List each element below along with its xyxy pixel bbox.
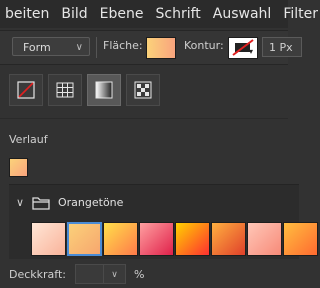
menu-item-bild[interactable]: Bild xyxy=(56,6,94,22)
menu-item-ebene[interactable]: Ebene xyxy=(95,6,151,22)
separator xyxy=(96,37,97,58)
opacity-label: Deckkraft: xyxy=(9,268,66,281)
shape-mode-value: Form xyxy=(23,41,51,54)
pattern-button[interactable] xyxy=(126,74,160,106)
gradient-preset-swatch[interactable] xyxy=(175,222,210,256)
opacity-unit: % xyxy=(134,268,145,281)
menu-item-bearbeiten[interactable]: beiten xyxy=(0,6,56,22)
pattern-icon xyxy=(134,81,152,99)
gradient-preset-swatch[interactable] xyxy=(67,222,102,256)
gradient-presets-panel: ∨ Orangetöne xyxy=(9,184,318,259)
no-fill-icon xyxy=(17,81,35,99)
opacity-dropdown[interactable]: ∨ xyxy=(104,264,126,284)
gradient-group-name: Orangetöne xyxy=(58,196,124,209)
solid-color-icon xyxy=(56,82,74,98)
fill-swatch[interactable] xyxy=(146,37,176,59)
fill-label: Fläche: xyxy=(103,39,143,52)
stroke-label: Kontur: xyxy=(184,39,224,52)
gradient-preset-swatch[interactable] xyxy=(139,222,174,256)
opacity-field[interactable] xyxy=(75,264,104,284)
chevron-down-icon: ∨ xyxy=(75,42,83,53)
options-bar: Form ∨ Fläche: Kontur: ▾ 1 Px xyxy=(0,30,302,65)
chevron-down-icon[interactable]: ∨ xyxy=(16,196,24,209)
chevron-down-icon: ▾ xyxy=(249,47,254,56)
fill-type-bar xyxy=(9,74,160,106)
gradient-preset-swatch[interactable] xyxy=(31,222,66,256)
gradient-preset-swatch[interactable] xyxy=(211,222,246,256)
gradient-group-header[interactable]: ∨ Orangetöne xyxy=(9,185,299,220)
folder-icon xyxy=(32,197,50,210)
gradient-icon xyxy=(95,81,113,99)
stroke-width-field[interactable]: 1 Px xyxy=(262,37,302,57)
current-gradient-swatch[interactable] xyxy=(9,158,28,177)
gradient-button[interactable] xyxy=(87,74,121,106)
stroke-swatch[interactable] xyxy=(228,37,258,59)
gradient-section-label: Verlauf xyxy=(9,133,48,146)
solid-color-button[interactable] xyxy=(48,74,82,106)
shape-mode-select[interactable]: Form ∨ xyxy=(12,37,90,56)
menu-item-auswahl[interactable]: Auswahl xyxy=(208,6,279,22)
gradient-preset-list xyxy=(31,222,318,256)
menu-item-schrift[interactable]: Schrift xyxy=(151,6,208,22)
chevron-down-icon: ∨ xyxy=(111,270,118,280)
menu-bar: beiten Bild Ebene Schrift Auswahl Filter xyxy=(0,0,318,28)
gradient-preset-swatch[interactable] xyxy=(103,222,138,256)
gradient-preset-swatch[interactable] xyxy=(283,222,318,256)
no-fill-button[interactable] xyxy=(9,74,43,106)
menu-item-filter[interactable]: Filter xyxy=(278,6,320,22)
divider xyxy=(0,118,288,119)
gradient-preset-swatch[interactable] xyxy=(247,222,282,256)
